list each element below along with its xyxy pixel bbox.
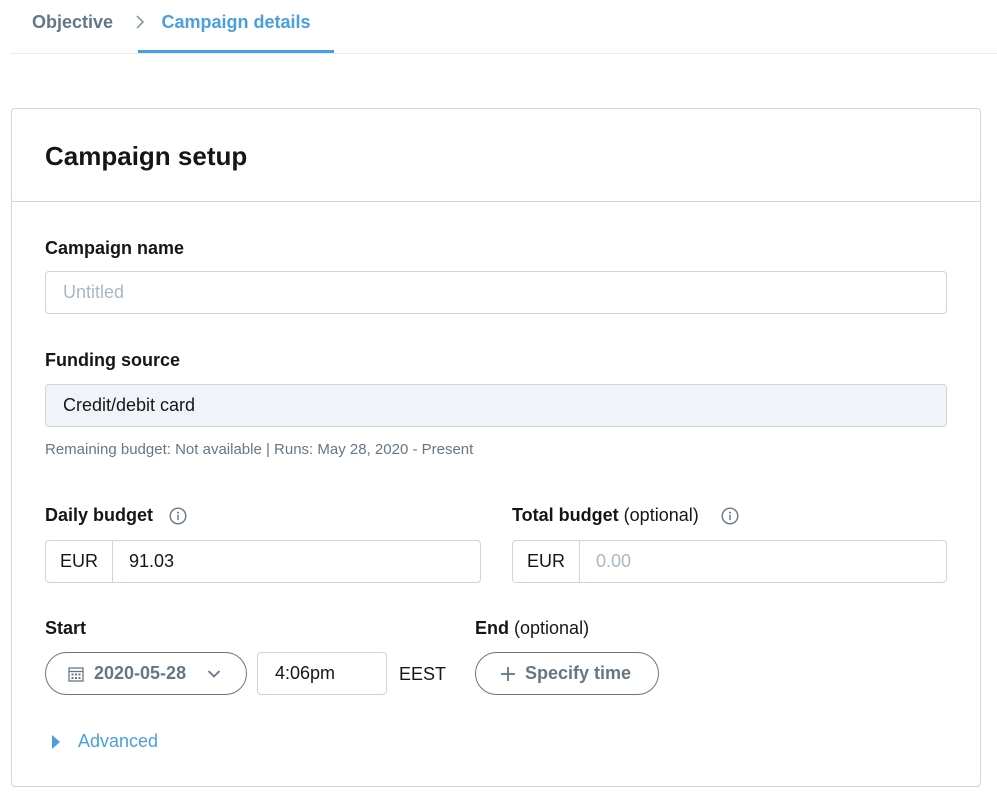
- total-budget-currency: EUR: [513, 541, 580, 582]
- calendar-icon: [68, 667, 84, 682]
- active-step-indicator: [138, 50, 334, 53]
- breadcrumb: Objective Campaign details: [10, 0, 997, 54]
- start-date-picker[interactable]: 2020-05-28: [45, 652, 247, 695]
- daily-budget-currency: EUR: [46, 541, 113, 582]
- funding-source-select[interactable]: Credit/debit card: [45, 384, 947, 427]
- step-campaign-details[interactable]: Campaign details: [138, 0, 334, 54]
- total-budget-field[interactable]: EUR 0.00: [512, 540, 947, 583]
- card-title: Campaign setup: [45, 141, 248, 171]
- campaign-name-input[interactable]: Untitled: [45, 271, 947, 314]
- total-budget-label-text: Total budget: [512, 505, 619, 525]
- end-label-text: End: [475, 618, 509, 638]
- campaign-name-placeholder: Untitled: [63, 282, 125, 302]
- funding-source-value: Credit/debit card: [63, 395, 196, 415]
- advanced-label: Advanced: [78, 731, 159, 751]
- chevron-down-icon: [207, 670, 221, 678]
- total-budget-optional: (optional): [623, 505, 699, 525]
- caret-right-icon: [52, 735, 60, 749]
- specify-time-button[interactable]: Specify time: [475, 652, 659, 695]
- info-icon[interactable]: [169, 507, 187, 525]
- specify-time-label: Specify time: [525, 663, 632, 683]
- info-icon[interactable]: [721, 507, 739, 525]
- campaign-setup-card: Campaign setup Campaign name Untitled Fu…: [11, 108, 981, 787]
- start-timezone: EEST: [399, 664, 447, 684]
- funding-source-hint: Remaining budget: Not available | Runs: …: [45, 441, 474, 458]
- daily-budget-field[interactable]: EUR 91.03: [45, 540, 481, 583]
- total-budget-input[interactable]: 0.00: [580, 541, 946, 582]
- card-header: Campaign setup: [12, 109, 980, 202]
- start-date-value: 2020-05-28: [94, 663, 187, 683]
- end-optional: (optional): [514, 618, 590, 638]
- start-time-input[interactable]: 4:06pm: [257, 652, 387, 695]
- step-objective[interactable]: Objective: [32, 0, 113, 54]
- total-budget-label: Total budget (optional): [512, 505, 699, 526]
- daily-budget-input[interactable]: 91.03: [113, 541, 480, 582]
- end-label: End (optional): [475, 618, 589, 639]
- daily-budget-label: Daily budget: [45, 505, 154, 525]
- plus-icon: [501, 667, 515, 681]
- campaign-name-label: Campaign name: [45, 238, 185, 258]
- start-label: Start: [45, 618, 87, 638]
- funding-source-label: Funding source: [45, 350, 180, 370]
